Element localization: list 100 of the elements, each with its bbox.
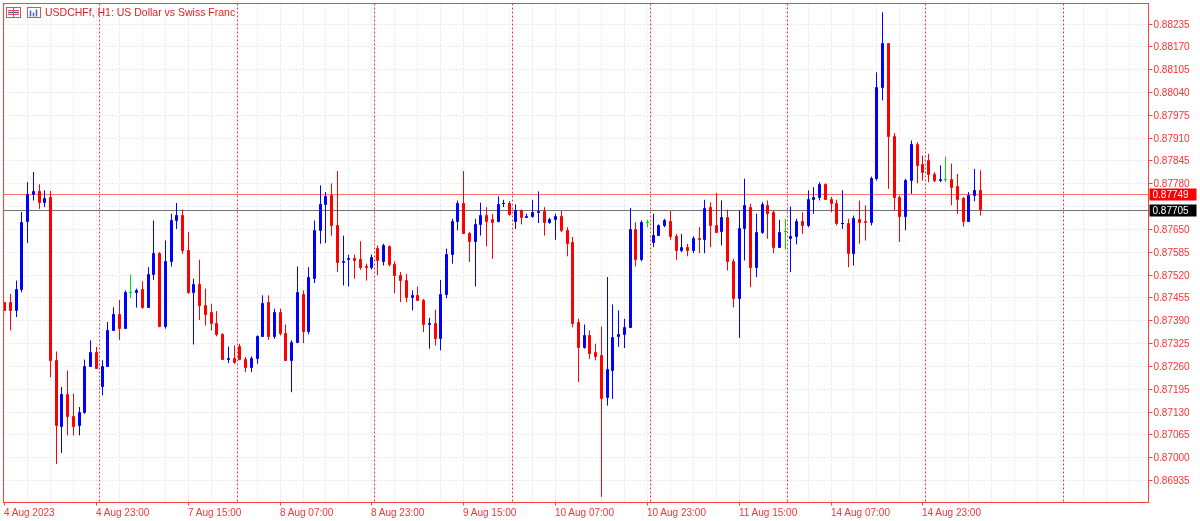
candlestick: [267, 294, 270, 341]
date-label: 14 Aug 07:00: [831, 506, 890, 518]
bar-chart-icon[interactable]: [27, 7, 41, 18]
candlestick: [141, 280, 144, 310]
price-value: 0.87749: [1152, 189, 1189, 200]
date-label: 10 Aug 23:00: [647, 506, 706, 518]
candlestick: [840, 189, 845, 230]
candlestick: [38, 183, 41, 210]
candlestick: [233, 345, 236, 365]
price-label: 0.87975: [1153, 110, 1190, 121]
candlestick: [543, 206, 546, 237]
candlestick: [485, 206, 488, 247]
candlestick: [302, 289, 305, 344]
candlestick: [766, 200, 769, 240]
date-label: 14 Aug 23:00: [922, 506, 981, 518]
candlestick: [950, 163, 953, 206]
candlestick: [393, 260, 396, 294]
price-label: 0.87130: [1153, 407, 1190, 418]
candlestick: [175, 202, 178, 230]
candlestick: [370, 254, 373, 271]
candlestick: [675, 233, 678, 261]
candlestick: [520, 209, 523, 225]
candlestick: [101, 359, 104, 396]
candlestick: [508, 200, 511, 217]
candlestick: [83, 359, 86, 415]
candlestick: [732, 258, 735, 308]
candlestick: [78, 406, 81, 436]
price-label: 0.87520: [1153, 270, 1190, 281]
candlestick: [215, 310, 218, 337]
price-label: 0.87195: [1153, 384, 1190, 395]
candlestick: [927, 153, 930, 183]
candlestick: [95, 346, 98, 370]
candlestick: [250, 355, 253, 373]
candlestick: [445, 248, 448, 299]
candlestick: [330, 182, 333, 237]
candlestick: [657, 223, 660, 237]
candlestick: [3, 301, 6, 311]
candlestick: [468, 231, 471, 263]
candlestick: [319, 184, 322, 245]
candlestick: [307, 266, 310, 335]
chart-title: USDCHFf, H1: US Dollar vs Swiss Franc: [45, 6, 236, 18]
candlestick: [388, 245, 391, 267]
candlestick: [703, 199, 706, 254]
candlestick: [973, 168, 976, 202]
candlestick: [956, 173, 959, 215]
candlestick: [807, 189, 810, 228]
candlestick: [594, 343, 597, 361]
candlestick: [147, 266, 150, 309]
candlestick: [187, 231, 190, 295]
candlestick: [979, 169, 982, 217]
price-label: 0.87585: [1153, 247, 1190, 258]
candlestick: [554, 213, 557, 241]
candlestick: [405, 273, 408, 303]
candlestick: [227, 346, 230, 364]
candlestick: [847, 218, 850, 268]
candlestick: [106, 321, 109, 368]
price-label: 0.87650: [1153, 224, 1190, 235]
candlestick: [399, 271, 402, 303]
candlestick: [640, 220, 643, 262]
candlestick: [921, 155, 924, 181]
date-label: 7 Aug 15:00: [188, 506, 242, 518]
candlestick: [720, 200, 723, 246]
candlestick: [778, 219, 781, 249]
candlestick: [365, 263, 368, 282]
candlestick: [434, 309, 437, 346]
candlestick: [686, 243, 689, 257]
candlestick: [462, 170, 465, 235]
candlestick: [531, 199, 534, 219]
candlestick: [698, 226, 701, 254]
candlestick: [715, 192, 718, 234]
candlestick: [26, 181, 29, 244]
candlestick: [617, 309, 620, 348]
candlestick: [566, 226, 569, 257]
candlestick: [474, 218, 477, 287]
candlestick: [60, 386, 63, 454]
candlestick: [623, 318, 626, 349]
table-icon[interactable]: [6, 7, 21, 18]
candlestick: [411, 289, 414, 311]
candlestick: [680, 233, 683, 253]
price-label: 0.88235: [1153, 19, 1190, 30]
candlestick: [634, 221, 637, 267]
candlestick: [864, 204, 867, 241]
date-label: 4 Aug 2023: [4, 506, 55, 518]
candlestick: [588, 329, 591, 360]
candlestick: [313, 220, 316, 284]
date-label: 8 Aug 07:00: [280, 506, 334, 518]
date-label: 11 Aug 15:00: [739, 506, 798, 518]
candlestick: [170, 213, 173, 267]
candlestick: [118, 299, 121, 341]
candlestick: [726, 209, 729, 271]
candlestick: [204, 288, 207, 326]
candlestick: [818, 181, 821, 201]
candlestick: [152, 220, 155, 281]
candlestick: [577, 318, 580, 383]
candlestick: [870, 176, 873, 226]
candlestick: [32, 171, 35, 201]
candlestick: [290, 339, 293, 393]
candlestick: [755, 213, 758, 278]
candlestick: [824, 182, 827, 201]
price-label: 0.87910: [1153, 133, 1190, 144]
